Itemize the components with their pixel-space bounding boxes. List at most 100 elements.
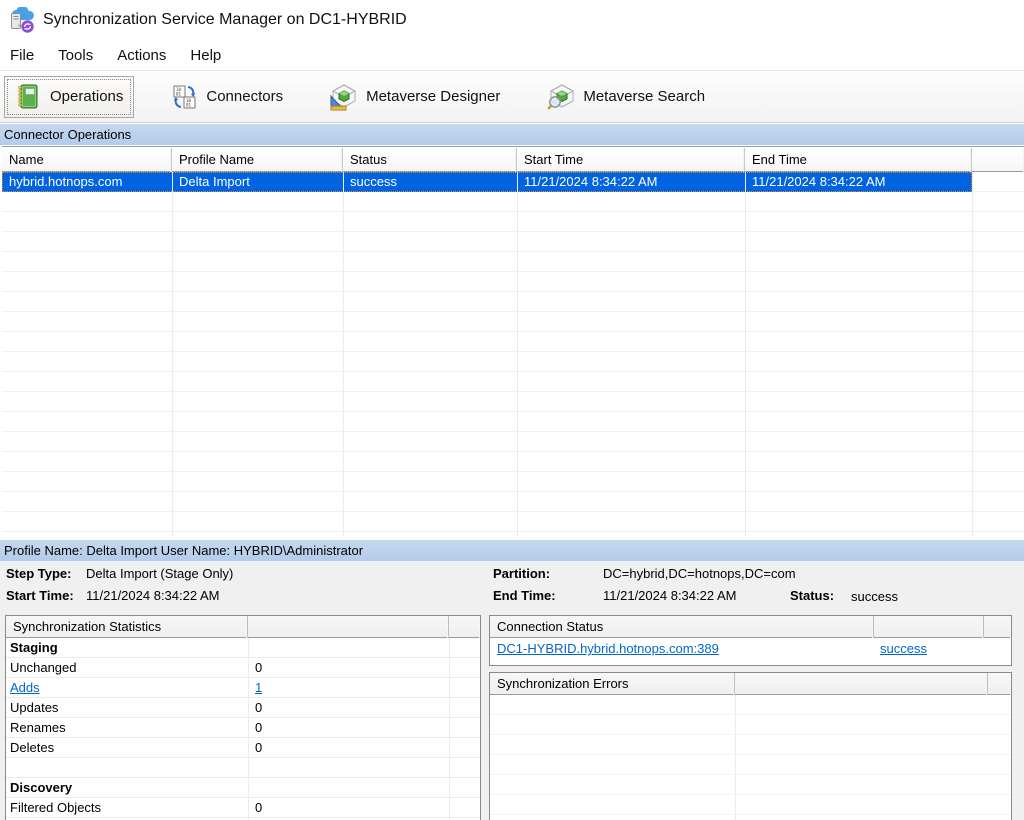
list-column-line xyxy=(517,172,518,536)
metaverse-search-icon xyxy=(546,83,576,111)
operations-row-selected[interactable]: hybrid.hotnops.com Delta Import success … xyxy=(2,172,972,192)
stats-row xyxy=(6,758,480,778)
connection-server-link[interactable]: DC1-HYBRID.hybrid.hotnops.com:389 xyxy=(497,638,719,659)
run-details: Step Type: Delta Import (Stage Only) Sta… xyxy=(0,561,1024,612)
menu-file[interactable]: File xyxy=(10,47,34,64)
stats-label: Updates xyxy=(10,700,59,715)
column-header-end-time[interactable]: End Time xyxy=(745,148,972,172)
toolbar: Operations 10 01 10 01 Connectors Metave… xyxy=(0,70,1024,123)
stats-row: Updates 0 xyxy=(6,698,480,718)
partition-value: DC=hybrid,DC=hotnops,DC=com xyxy=(603,566,796,581)
toolbar-connectors-button[interactable]: 10 01 10 01 Connectors xyxy=(160,76,294,118)
stats-label xyxy=(6,758,248,777)
column-header-status[interactable]: Status xyxy=(343,148,517,172)
window-title: Synchronization Service Manager on DC1-H… xyxy=(43,11,407,28)
partition-label: Partition: xyxy=(493,566,551,581)
column-header-name[interactable]: Name xyxy=(2,148,172,172)
cell-name: hybrid.hotnops.com xyxy=(9,174,123,189)
sync-statistics-value-column xyxy=(248,616,449,638)
errors-column-line xyxy=(735,695,736,820)
list-column-line xyxy=(172,172,173,536)
sync-statistics-panel-header: Synchronization Statistics xyxy=(6,616,480,638)
sync-errors-body xyxy=(490,695,1011,820)
cell-status: success xyxy=(350,174,397,189)
sync-errors-panel-header: Synchronization Errors xyxy=(490,673,1011,695)
menu-tools[interactable]: Tools xyxy=(58,47,93,64)
stats-label: Deletes xyxy=(10,740,55,755)
stats-value xyxy=(248,758,448,777)
operations-book-icon xyxy=(13,83,43,111)
stats-label: Unchanged xyxy=(10,660,77,675)
stats-row: Renames 0 xyxy=(6,718,480,738)
stats-column-line xyxy=(449,638,450,820)
stats-value: 0 xyxy=(255,700,263,715)
status-value: success xyxy=(851,589,898,604)
column-header-profile-name[interactable]: Profile Name xyxy=(172,148,343,172)
connection-status-row: DC1-HYBRID.hybrid.hotnops.com:389 succes… xyxy=(490,638,1011,660)
sync-statistics-extra-column xyxy=(449,616,480,638)
stats-row: Adds 1 xyxy=(6,678,480,698)
column-header-start-time[interactable]: Start Time xyxy=(517,148,745,172)
stats-label: Filtered Objects xyxy=(10,800,102,815)
operations-list-body: hybrid.hotnops.com Delta Import success … xyxy=(2,172,1024,536)
step-type-label: Step Type: xyxy=(6,566,72,581)
end-time-label: End Time: xyxy=(493,588,556,603)
svg-text:01: 01 xyxy=(176,91,182,96)
stats-row: Discovery xyxy=(6,778,480,798)
stats-value xyxy=(248,778,448,797)
stats-value: 0 xyxy=(255,720,263,735)
connection-status-panel-header: Connection Status xyxy=(490,616,1011,638)
toolbar-operations-button[interactable]: Operations xyxy=(4,75,135,118)
connection-status-extra-column xyxy=(984,616,1011,638)
stats-value-link[interactable]: 1 xyxy=(248,678,448,697)
sync-service-app-icon xyxy=(8,5,35,34)
start-time-value: 11/21/2024 8:34:22 AM xyxy=(86,588,220,603)
menubar: File Tools Actions Help xyxy=(0,40,1024,70)
toolbar-metaverse-search-button[interactable]: Metaverse Search xyxy=(537,76,716,118)
panels-area: Synchronization Statistics Staging Unchan… xyxy=(0,612,1024,820)
stats-row: Filtered Objects 0 xyxy=(6,798,480,818)
toolbar-button-label: Operations xyxy=(50,88,124,105)
toolbar-button-label: Connectors xyxy=(206,88,284,105)
app-window: Synchronization Service Manager on DC1-H… xyxy=(0,0,1024,820)
connectors-icon: 10 01 10 01 xyxy=(169,83,199,111)
svg-text:01: 01 xyxy=(186,102,192,107)
stats-value: 0 xyxy=(255,740,263,755)
sync-statistics-rows: Staging Unchanged 0 Adds 1 Updates 0 Renames 0 De… xyxy=(6,638,480,820)
sync-statistics-panel: Synchronization Statistics Staging Unchan… xyxy=(5,615,481,820)
stats-label: Renames xyxy=(10,720,66,735)
list-column-line xyxy=(972,172,973,536)
sync-statistics-title: Synchronization Statistics xyxy=(6,616,248,638)
stats-row: Unchanged 0 xyxy=(6,658,480,678)
column-header-extra xyxy=(972,148,1024,172)
toolbar-metaverse-designer-button[interactable]: Metaverse Designer xyxy=(320,76,511,118)
stats-value xyxy=(248,638,448,657)
metaverse-designer-icon xyxy=(329,83,359,111)
connector-operations-header: Connector Operations xyxy=(0,124,1024,145)
cell-start-time: 11/21/2024 8:34:22 AM xyxy=(524,174,658,189)
toolbar-button-label: Metaverse Search xyxy=(583,88,706,105)
stats-value: 0 xyxy=(255,660,263,675)
connection-result-link[interactable]: success xyxy=(880,638,927,659)
toolbar-button-label: Metaverse Designer xyxy=(366,88,501,105)
run-details-header: Profile Name: Delta Import User Name: HY… xyxy=(0,540,1024,561)
step-type-value: Delta Import (Stage Only) xyxy=(86,566,234,581)
connection-status-title: Connection Status xyxy=(490,616,874,638)
sync-errors-detail-column xyxy=(735,673,988,695)
menu-actions[interactable]: Actions xyxy=(117,47,166,64)
cell-profile-name: Delta Import xyxy=(179,174,250,189)
sync-errors-panel: Synchronization Errors xyxy=(489,672,1012,820)
connection-status-result-column xyxy=(874,616,984,638)
stats-label: Discovery xyxy=(10,780,73,795)
stats-column-line xyxy=(248,638,249,820)
sync-errors-title: Synchronization Errors xyxy=(490,673,735,695)
operations-list: Name Profile Name Status Start Time End … xyxy=(2,146,1024,536)
cell-end-time: 11/21/2024 8:34:22 AM xyxy=(752,174,886,189)
stats-label-link[interactable]: Adds xyxy=(6,678,248,697)
menu-help[interactable]: Help xyxy=(190,47,221,64)
connection-status-panel: Connection Status DC1-HYBRID.hybrid.hotn… xyxy=(489,615,1012,666)
end-time-value: 11/21/2024 8:34:22 AM xyxy=(603,588,737,603)
list-column-line xyxy=(745,172,746,536)
status-label: Status: xyxy=(790,588,835,603)
stats-row: Deletes 0 xyxy=(6,738,480,758)
